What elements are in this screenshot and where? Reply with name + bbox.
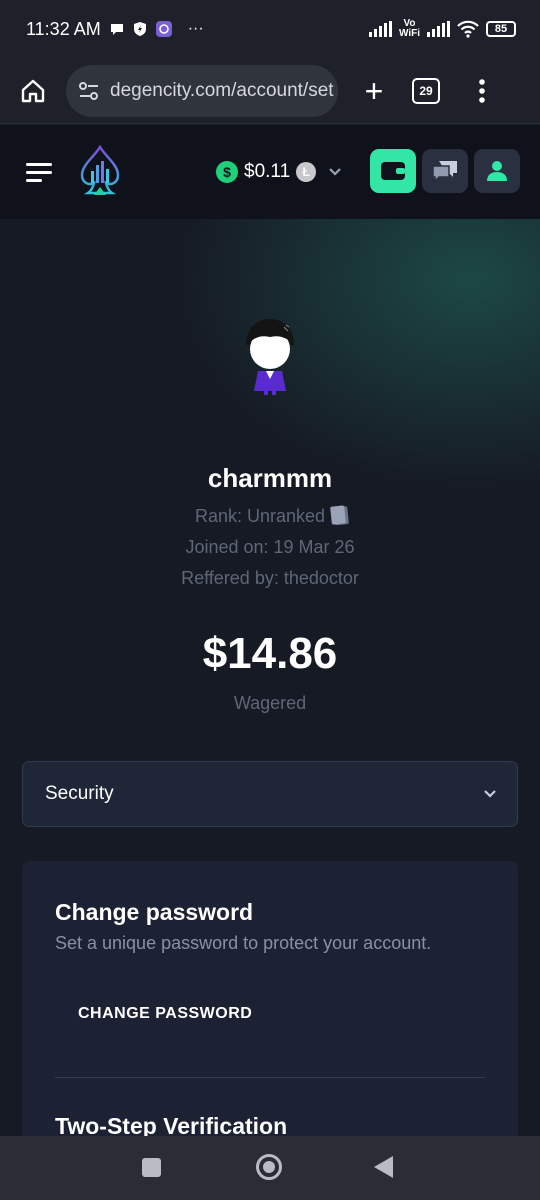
system-navigation-bar [0,1136,540,1200]
user-avatar [246,319,294,395]
section-dropdown[interactable]: Security [22,761,518,827]
wallet-icon [381,162,405,180]
security-panel: Change password Set a unique password to… [22,861,518,1136]
battery-icon: 85 [486,21,516,37]
status-time: 11:32 AM [26,18,101,39]
address-bar[interactable]: degencity.com/account/set [66,64,338,117]
menu-hamburger-icon[interactable] [26,158,52,187]
viber-icon [155,21,172,37]
username: charmmm [207,463,333,493]
chat-bubble-icon [110,24,123,35]
browser-home-button[interactable] [8,78,58,104]
status-system-icons: Vo WiFi 85 [368,18,516,39]
account-page: charmmm Rank: Unranked Joined on: 19 Mar… [0,219,540,1136]
status-notification-icons: ··· [109,20,204,38]
browser-toolbar: degencity.com/account/set + 29 [0,58,540,124]
browser-menu-button[interactable] [478,78,486,104]
rank-card-icon [330,505,346,525]
back-button[interactable] [374,1156,393,1178]
profile-button[interactable] [474,149,520,193]
shield-icon [133,22,146,36]
wagered-amount: $14.86 [202,629,338,678]
litecoin-icon: Ł [296,162,317,182]
divider [55,1077,485,1078]
joined-date: Joined on: 19 Mar 26 [185,537,355,557]
tab-switcher-button[interactable]: 29 [412,77,440,104]
dollar-coin-icon: $ [216,161,238,183]
more-vert-icon [479,78,485,103]
status-bar: 11:32 AM ··· Vo WiFi 85 [0,0,540,58]
signal-icon-2 [427,21,450,37]
change-password-title: Change password [55,899,254,925]
wallet-button[interactable] [370,149,416,193]
recents-button[interactable] [142,1158,161,1177]
rank-text: Rank: Unranked [194,506,326,526]
change-password-description: Set a unique password to protect your ac… [55,933,432,953]
url-text: degencity.com/account/set [110,79,334,101]
user-icon [487,161,507,181]
rank-line: Rank: Unranked [0,505,540,527]
signal-icon [368,21,392,37]
site-logo[interactable] [78,145,122,199]
balance-selector[interactable]: $ $0.11 Ł [216,161,342,183]
wagered-label: Wagered [233,693,307,713]
chevron-down-icon [329,168,341,176]
chat-icon [432,161,457,183]
site-header: $ $0.11 Ł [0,125,540,219]
section-dropdown-value: Security [45,783,114,804]
vowifi-indicator: Vo WiFi [398,18,420,39]
two-step-verification-title: Two-Step Verification [55,1113,288,1136]
more-notifications-icon: ··· [187,20,204,37]
referred-by: Reffered by: thedoctor [181,568,359,588]
site-settings-icon[interactable] [78,81,100,101]
home-icon [21,79,45,102]
new-tab-button[interactable]: + [344,75,404,107]
chat-button[interactable] [422,149,468,193]
home-dot-icon [263,1161,275,1173]
change-password-button[interactable]: CHANGE PASSWORD [55,991,275,1037]
wifi-icon [457,20,479,38]
home-button[interactable] [256,1154,282,1180]
chevron-down-icon [484,790,496,798]
balance-amount: $0.11 [244,161,291,182]
